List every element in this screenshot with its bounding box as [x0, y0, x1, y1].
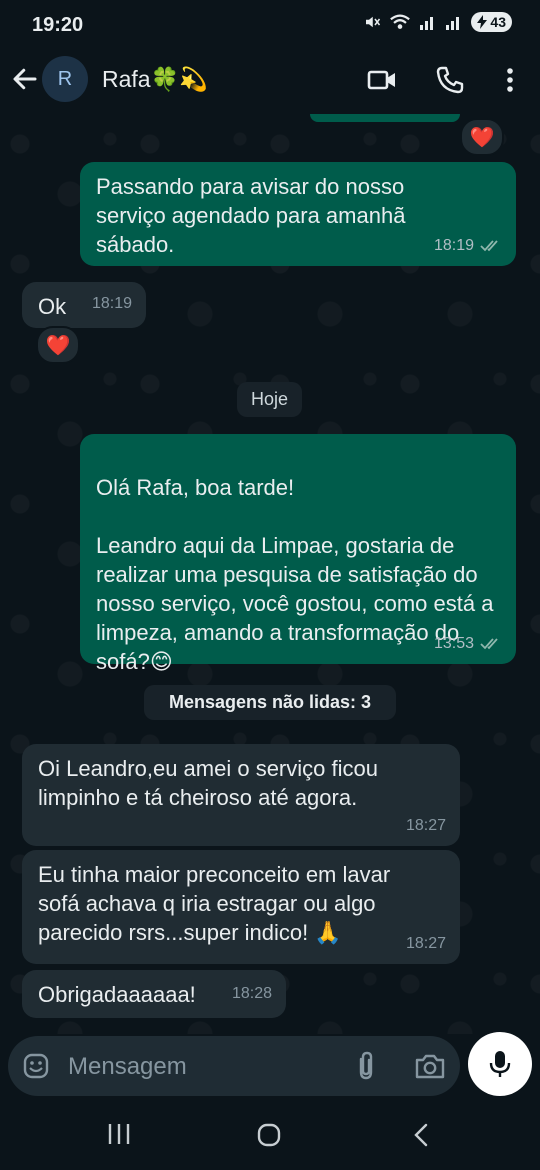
- message-meta: 18:19: [92, 289, 132, 318]
- message-text: Eu tinha maior preconceito em lavar sofá…: [38, 862, 391, 945]
- battery-indicator: 43: [471, 12, 512, 32]
- voice-call-icon[interactable]: [434, 64, 466, 96]
- status-time: 19:20: [32, 14, 84, 36]
- back-nav-icon[interactable]: [410, 1122, 432, 1148]
- avatar[interactable]: R: [42, 56, 88, 102]
- date-divider-label: Hoje: [251, 389, 289, 409]
- battery-level: 43: [490, 14, 506, 30]
- message-bubble-incoming[interactable]: Obrigadaaaaaa! 18:28: [22, 970, 286, 1018]
- mic-icon: [489, 1051, 511, 1077]
- message-meta: 13:53: [434, 629, 502, 658]
- previous-bubble-edge: [310, 114, 460, 122]
- message-meta: 18:19: [434, 231, 502, 260]
- status-icons: 43: [363, 12, 512, 32]
- reaction-emoji: ❤️: [469, 126, 495, 149]
- system-nav-bar: [0, 1100, 540, 1170]
- message-time: 18:19: [91, 295, 132, 312]
- contact-name[interactable]: Rafa🍀💫: [102, 66, 208, 93]
- emoji-icon[interactable]: [22, 1052, 50, 1080]
- mic-button[interactable]: [468, 1032, 532, 1096]
- message-bubble-outgoing[interactable]: Passando para avisar do nosso serviço ag…: [80, 162, 516, 266]
- reaction-emoji: ❤️: [45, 334, 71, 357]
- wifi-icon: [390, 14, 411, 29]
- signal-icon-2: [446, 17, 460, 30]
- back-arrow-icon[interactable]: [10, 64, 40, 94]
- message-bubble-outgoing[interactable]: Olá Rafa, boa tarde! Leandro aqui da Lim…: [80, 434, 516, 674]
- message-bubble-incoming[interactable]: Oi Leandro,eu amei o serviço ficou limpi…: [22, 744, 460, 846]
- chat-header: R Rafa🍀💫: [0, 50, 540, 114]
- unread-divider: Mensagens não lidas: 3: [144, 685, 396, 720]
- reaction-heart-ok[interactable]: ❤️: [36, 326, 80, 364]
- camera-icon[interactable]: [414, 1051, 446, 1081]
- attach-icon[interactable]: [354, 1050, 378, 1082]
- unread-divider-label: Mensagens não lidas: 3: [168, 692, 372, 712]
- recent-apps-icon[interactable]: [106, 1122, 132, 1146]
- message-input[interactable]: Mensagem: [8, 1036, 460, 1096]
- message-time: 18:19: [433, 237, 474, 254]
- message-bubble-incoming[interactable]: Ok 18:19: [22, 282, 146, 328]
- signal-icon: [420, 17, 434, 30]
- more-options-icon[interactable]: [494, 64, 526, 96]
- double-check-icon: [480, 239, 498, 251]
- message-bubble-incoming[interactable]: Eu tinha maior preconceito em lavar sofá…: [22, 850, 460, 964]
- message-text: Oi Leandro,eu amei o serviço ficou limpi…: [38, 756, 378, 810]
- message-placeholder: Mensagem: [68, 1053, 187, 1080]
- battery-bolt-icon: [477, 15, 488, 29]
- mute-icon: [366, 16, 381, 28]
- message-time: 18:27: [405, 817, 446, 834]
- message-time: 18:27: [405, 935, 446, 952]
- message-time: 18:28: [231, 985, 272, 1002]
- status-bar: 19:20 43: [0, 0, 540, 50]
- composer: Mensagem: [0, 1030, 540, 1100]
- message-meta: 18:27: [406, 811, 446, 840]
- chat-area[interactable]: ❤️ Passando para avisar do nosso serviço…: [0, 114, 540, 1034]
- avatar-letter: R: [57, 67, 73, 90]
- reaction-heart-top[interactable]: ❤️: [460, 118, 504, 156]
- message-meta: 18:28: [232, 979, 272, 1008]
- double-check-icon: [480, 637, 498, 649]
- message-time: 13:53: [433, 635, 474, 652]
- message-text: Ok: [38, 294, 67, 319]
- message-text: Obrigadaaaaaa!: [38, 982, 196, 1007]
- message-meta: 18:27: [406, 929, 446, 958]
- date-divider: Hoje: [237, 382, 303, 417]
- message-text: Passando para avisar do nosso serviço ag…: [96, 174, 406, 257]
- video-call-icon[interactable]: [366, 64, 398, 96]
- home-icon[interactable]: [256, 1122, 282, 1148]
